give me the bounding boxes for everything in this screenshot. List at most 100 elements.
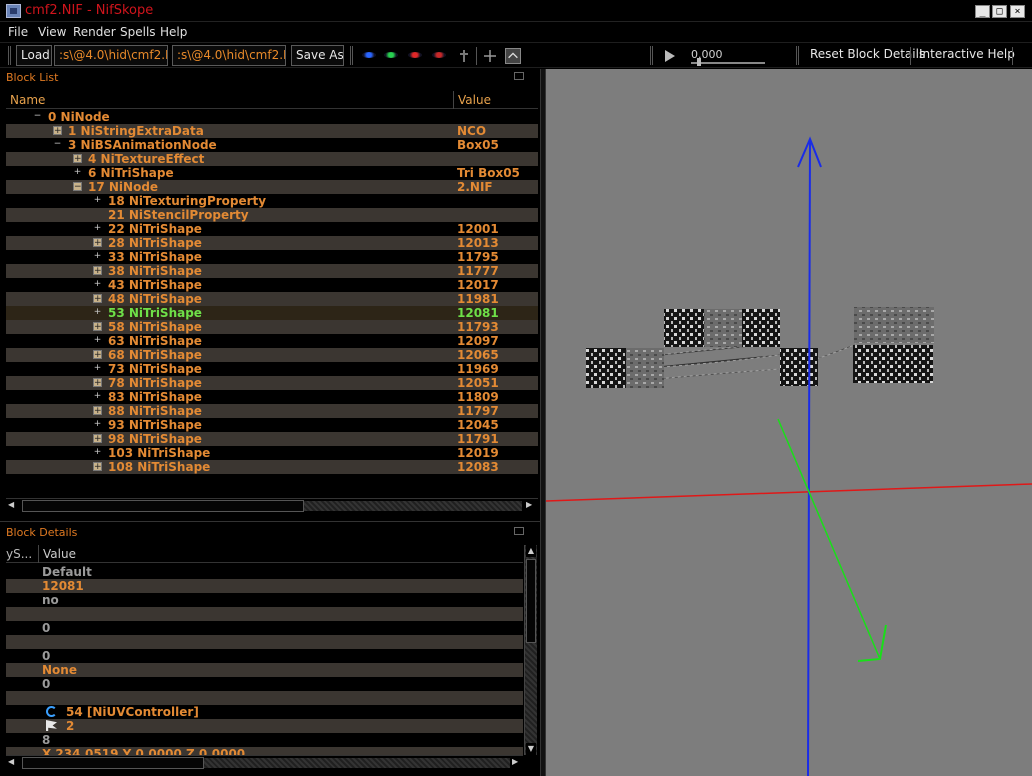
block-list-row[interactable]: +6 NiTriShape Tri Box05 xyxy=(6,166,538,180)
save-path-field[interactable]: :s\@4.0\hid\cmf2.NIF xyxy=(172,45,286,66)
render-viewport[interactable] xyxy=(546,69,1032,776)
load-button[interactable]: Load xyxy=(16,45,52,66)
close-button[interactable]: × xyxy=(1010,5,1025,18)
detail-row[interactable]: 0 xyxy=(6,677,523,691)
block-list-row[interactable]: +63 NiTriShape 12097 xyxy=(6,334,538,348)
scroll-up-arrow-icon[interactable]: ▲ xyxy=(526,545,536,557)
view-eye-blue-icon[interactable] xyxy=(362,52,376,58)
block-list-row[interactable]: +108 NiTriShape 12083 xyxy=(6,460,538,474)
mesh-block[interactable] xyxy=(664,309,704,347)
expand-icon[interactable]: + xyxy=(93,252,102,261)
detail-row[interactable]: 2 xyxy=(6,719,523,733)
mesh-block[interactable] xyxy=(780,348,818,386)
expand-icon[interactable]: + xyxy=(93,224,102,233)
block-list-row[interactable]: +18 NiTexturingProperty xyxy=(6,194,538,208)
block-list-row[interactable]: +93 NiTriShape 12045 xyxy=(6,418,538,432)
menu-view[interactable]: View xyxy=(38,25,66,39)
block-details-vscrollbar[interactable]: ▲ ▼ xyxy=(524,545,537,755)
walk-icon[interactable] xyxy=(456,48,472,64)
expand-icon[interactable]: + xyxy=(93,266,102,276)
detail-row[interactable]: 0 xyxy=(6,649,523,663)
block-list-row[interactable]: +22 NiTriShape 12001 xyxy=(6,222,538,236)
block-list-row[interactable]: +103 NiTriShape 12019 xyxy=(6,446,538,460)
expand-icon[interactable]: + xyxy=(93,448,102,457)
view-eye-red2-icon[interactable] xyxy=(432,52,446,58)
block-list-row[interactable]: +78 NiTriShape 12051 xyxy=(6,376,538,390)
block-list-row[interactable]: +48 NiTriShape 11981 xyxy=(6,292,538,306)
block-list-row[interactable]: +33 NiTriShape 11795 xyxy=(6,250,538,264)
toolbar-grip-4[interactable] xyxy=(796,46,799,65)
mesh-block[interactable] xyxy=(586,348,626,388)
block-list-float-button[interactable] xyxy=(514,72,524,80)
detail-row[interactable]: no xyxy=(6,593,523,607)
maximize-button[interactable]: □ xyxy=(992,5,1007,18)
block-list-row[interactable]: +38 NiTriShape 11777 xyxy=(6,264,538,278)
flag-icon[interactable] xyxy=(46,720,57,731)
expand-icon[interactable]: + xyxy=(93,336,102,345)
expand-icon[interactable]: + xyxy=(93,238,102,248)
expand-icon[interactable]: + xyxy=(93,280,102,289)
block-list-col-value[interactable]: Value xyxy=(458,93,491,107)
scroll-right-arrow-icon[interactable]: ▶ xyxy=(512,757,518,766)
expand-icon[interactable]: + xyxy=(93,406,102,416)
save-as-button[interactable]: Save As xyxy=(291,45,344,66)
expand-icon[interactable]: + xyxy=(93,364,102,373)
collapse-icon[interactable]: − xyxy=(53,140,62,149)
block-list-row[interactable]: −0 NiNode xyxy=(6,110,538,124)
block-list-row[interactable]: +1 NiStringExtraData NCO xyxy=(6,124,538,138)
expand-icon[interactable]: + xyxy=(93,196,102,205)
block-list-hscrollbar[interactable]: ◀ ▶ xyxy=(6,498,538,512)
expand-icon[interactable]: + xyxy=(73,168,82,177)
block-list-row[interactable]: +58 NiTriShape 11793 xyxy=(6,320,538,334)
block-list-row[interactable]: +43 NiTriShape 12017 xyxy=(6,278,538,292)
block-details-hscrollbar[interactable]: ◀ ▶ xyxy=(6,755,523,769)
menu-render[interactable]: Render xyxy=(73,25,116,39)
detail-row[interactable]: Default xyxy=(6,565,523,579)
block-list-row[interactable]: +68 NiTriShape 12065 xyxy=(6,348,538,362)
expand-icon[interactable]: + xyxy=(93,378,102,388)
detail-row[interactable] xyxy=(6,635,523,649)
view-eye-red-icon[interactable] xyxy=(408,52,422,58)
block-details-col-name[interactable]: yS... xyxy=(6,547,32,561)
animation-time-slider[interactable] xyxy=(691,62,765,64)
block-list-row[interactable]: 21 NiStencilProperty xyxy=(6,208,538,222)
block-list-row[interactable]: +4 NiTextureEffect xyxy=(6,152,538,166)
scroll-down-arrow-icon[interactable]: ▼ xyxy=(526,743,536,755)
detail-row[interactable] xyxy=(6,691,523,705)
detail-row[interactable]: 12081 xyxy=(6,579,523,593)
collapse-icon[interactable]: − xyxy=(33,112,42,121)
expand-icon[interactable]: + xyxy=(93,434,102,444)
expand-icon[interactable]: + xyxy=(93,294,102,304)
detail-row[interactable]: None xyxy=(6,663,523,677)
detail-row[interactable]: 54 [NiUVController] xyxy=(6,705,523,719)
toolbar-grip[interactable] xyxy=(8,46,11,65)
mesh-block[interactable] xyxy=(853,345,933,383)
block-list-row[interactable]: −3 NiBSAnimationNode Box05 xyxy=(6,138,538,152)
animation-time-slider-thumb[interactable] xyxy=(697,58,701,66)
expand-icon[interactable]: + xyxy=(73,154,82,164)
interactive-help-button[interactable]: Interactive Help xyxy=(915,45,1019,66)
view-eye-green-icon[interactable] xyxy=(384,52,398,58)
detail-row[interactable] xyxy=(6,607,523,621)
block-list-col-name[interactable]: Name xyxy=(10,93,45,107)
toolbar-grip-3[interactable] xyxy=(650,46,653,65)
minimize-button[interactable]: _ xyxy=(975,5,990,18)
block-list-row[interactable]: +53 NiTriShape 12081 xyxy=(6,306,538,320)
menu-help[interactable]: Help xyxy=(160,25,187,39)
mesh-block[interactable] xyxy=(626,348,664,388)
expand-icon[interactable]: + xyxy=(93,308,102,317)
expand-icon[interactable]: + xyxy=(53,126,62,136)
menu-file[interactable]: File xyxy=(8,25,28,39)
expand-icon[interactable]: + xyxy=(93,350,102,360)
block-details-hscroll-thumb[interactable] xyxy=(22,757,204,769)
block-list-row[interactable]: +73 NiTriShape 11969 xyxy=(6,362,538,376)
expand-icon[interactable]: + xyxy=(93,392,102,401)
block-list-row[interactable]: +98 NiTriShape 11791 xyxy=(6,432,538,446)
scroll-left-arrow-icon[interactable]: ◀ xyxy=(8,757,14,766)
detail-row[interactable]: 0 xyxy=(6,621,523,635)
load-path-field[interactable]: :s\@4.0\hid\cmf2.NIF xyxy=(54,45,168,66)
menu-spells[interactable]: Spells xyxy=(120,25,156,39)
scroll-right-arrow-icon[interactable]: ▶ xyxy=(526,500,532,509)
mesh-block[interactable] xyxy=(854,307,934,343)
detail-row[interactable]: 8 xyxy=(6,733,523,747)
